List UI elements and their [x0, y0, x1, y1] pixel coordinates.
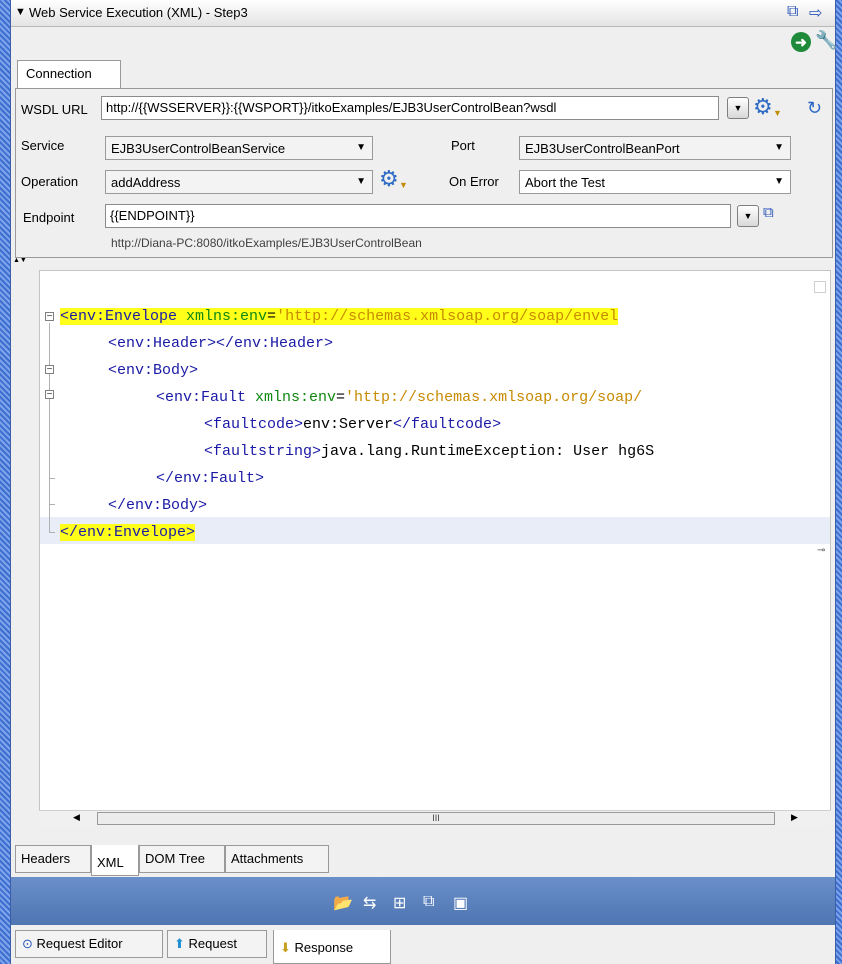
splitter-bar[interactable]: ▲▼ [11, 257, 835, 267]
response-toolbar: 📂 ⇆ ⊞ ⧉ ▣ [11, 877, 835, 925]
tab-request[interactable]: ⬆ Request [167, 930, 267, 958]
step-panel: ▼ Web Service Execution (XML) - Step3 ⧉ … [10, 0, 837, 964]
xml-attr-value: 'http://schemas.xmlsoap.org/soap/envel [276, 308, 619, 325]
operation-gear-icon[interactable]: ⚙ [379, 168, 399, 190]
chevron-down-icon: ▼ [774, 176, 784, 187]
wrench-icon[interactable]: 🔧 [815, 30, 837, 51]
wsdl-dropdown-button[interactable]: ▼ [727, 97, 749, 119]
on-error-label: On Error [449, 174, 499, 189]
tab-dom-tree[interactable]: DOM Tree [139, 845, 225, 873]
scroll-marker-icon: ⊸ [817, 545, 826, 556]
swap-arrows-icon[interactable]: ⇆ [363, 893, 376, 913]
fold-toggle-icon[interactable]: − [45, 312, 54, 322]
copy-icon[interactable]: ⧉ [423, 893, 434, 911]
xml-line-highlight: <env:Envelope xmlns:env='http://schemas.… [60, 308, 619, 325]
xml-line: <faultcode>env:Server</faultcode> [204, 414, 501, 436]
chevron-down-icon: ▼ [356, 142, 366, 153]
chevron-down-icon: ▼ [356, 176, 366, 187]
title-bar: ▼ Web Service Execution (XML) - Step3 ⧉ … [11, 0, 835, 27]
xml-editor[interactable]: − − − <env:Envelope xmlns:env='http://sc… [39, 270, 831, 826]
tab-request-editor[interactable]: ⊙ Request Editor [15, 930, 163, 958]
wsdl-url-field[interactable]: http://{{WSSERVER}}:{{WSPORT}}/itkoExamp… [101, 96, 719, 120]
xml-attr-value: 'http://schemas.xmlsoap.org/soap/ [345, 389, 643, 406]
wsdl-url-label: WSDL URL [21, 102, 88, 117]
tab-attachments[interactable]: Attachments [225, 845, 329, 873]
xml-line: </env:Envelope> [60, 522, 196, 544]
xml-line: <env:Body> [108, 362, 199, 379]
tab-response[interactable]: ⬇ Response [273, 930, 391, 964]
xml-tag: <faultstring> [204, 443, 322, 460]
xml-text: env:Server [303, 416, 394, 433]
fold-guide [49, 411, 50, 533]
xml-eq: = [267, 308, 277, 325]
on-error-select[interactable]: Abort the Test ▼ [519, 170, 791, 194]
scrollbar-thumb[interactable]: III [97, 812, 775, 825]
tab-headers[interactable]: Headers [15, 845, 91, 873]
service-label: Service [21, 138, 65, 153]
endpoint-field[interactable]: {{ENDPOINT}} [105, 204, 731, 228]
xml-tag: <faultcode> [204, 416, 304, 433]
next-arrow-icon[interactable]: ⇨ [809, 3, 822, 23]
endpoint-dropdown-button[interactable]: ▼ [737, 205, 759, 227]
tab-request-editor-label: Request Editor [36, 936, 123, 951]
gear-menu-triangle-icon[interactable]: ▼ [773, 108, 782, 118]
request-up-arrow-icon: ⬆ [174, 936, 185, 951]
xml-tag: </env:Envelope> [60, 524, 196, 541]
xml-line: <env:Header></env:Header> [108, 335, 334, 352]
collapse-triangle-icon[interactable]: ▼ [15, 6, 26, 18]
tab-xml[interactable]: XML [91, 845, 139, 876]
xml-tag: </faultcode> [393, 416, 502, 433]
xml-line: <env:Fault xmlns:env='http://schemas.xml… [156, 387, 642, 409]
wsdl-gear-icon[interactable]: ⚙ [753, 96, 773, 118]
xml-tag: <env:Envelope [60, 308, 178, 325]
request-editor-icon: ⊙ [22, 936, 33, 951]
port-select-value: EJB3UserControlBeanPort [525, 141, 680, 156]
service-select[interactable]: EJB3UserControlBeanService ▼ [105, 136, 373, 160]
xml-text: java.lang.RuntimeException: User hg6S [321, 443, 655, 460]
response-down-arrow-icon: ⬇ [280, 940, 291, 955]
xml-attr: xmlns:env [246, 389, 337, 406]
tab-response-label: Response [294, 940, 354, 955]
editor-corner-box [814, 281, 826, 293]
open-folder-icon[interactable]: 📂 [333, 893, 353, 913]
endpoint-label: Endpoint [23, 210, 75, 225]
scroll-left-icon[interactable]: ◀ [73, 812, 80, 823]
refresh-icon[interactable]: ↻ [807, 98, 822, 119]
xml-line: </env:Body> [108, 497, 208, 514]
on-error-select-value: Abort the Test [525, 175, 605, 190]
service-select-value: EJB3UserControlBeanService [111, 141, 286, 156]
port-label: Port [451, 138, 475, 153]
scroll-right-icon[interactable]: ▶ [791, 812, 798, 823]
endpoint-copy-icon[interactable]: ⧉ [763, 204, 774, 221]
xml-line: <env:Envelope xmlns:env='http://schemas.… [60, 306, 619, 328]
horizontal-scrollbar[interactable]: ◀ III ▶ [39, 810, 831, 826]
fold-guide [49, 504, 55, 505]
operation-select-value: addAddress [111, 175, 181, 190]
execute-go-icon[interactable]: ➜ [791, 32, 811, 52]
endpoint-preview: http://Diana-PC:8080/itkoExamples/EJB3Us… [111, 236, 422, 250]
xml-attr: xmlns:env [177, 308, 268, 325]
tab-request-label: Request [188, 936, 237, 951]
operation-label: Operation [21, 174, 79, 189]
add-node-icon[interactable]: ⊞ [393, 893, 406, 913]
save-icon[interactable]: ▣ [453, 893, 468, 913]
fold-guide [49, 532, 55, 533]
gear-menu-triangle-icon[interactable]: ▼ [399, 180, 408, 190]
tab-connection[interactable]: Connection [17, 60, 121, 88]
xml-line: <faultstring>java.lang.RuntimeException:… [204, 441, 654, 463]
port-select[interactable]: EJB3UserControlBeanPort ▼ [519, 136, 791, 160]
operation-select[interactable]: addAddress ▼ [105, 170, 373, 194]
fold-guide [49, 478, 55, 479]
xml-eq: = [336, 389, 346, 406]
chevron-down-icon: ▼ [774, 142, 784, 153]
detach-icon[interactable]: ⧉ [787, 3, 798, 21]
xml-tag: <env:Fault [156, 389, 247, 406]
fold-toggle-icon[interactable]: − [45, 390, 54, 400]
fold-toggle-icon[interactable]: − [45, 365, 54, 375]
xml-line: </env:Fault> [156, 470, 265, 487]
splitter-arrows-icon[interactable]: ▲▼ [13, 257, 27, 264]
step-title: Web Service Execution (XML) - Step3 [29, 5, 248, 20]
